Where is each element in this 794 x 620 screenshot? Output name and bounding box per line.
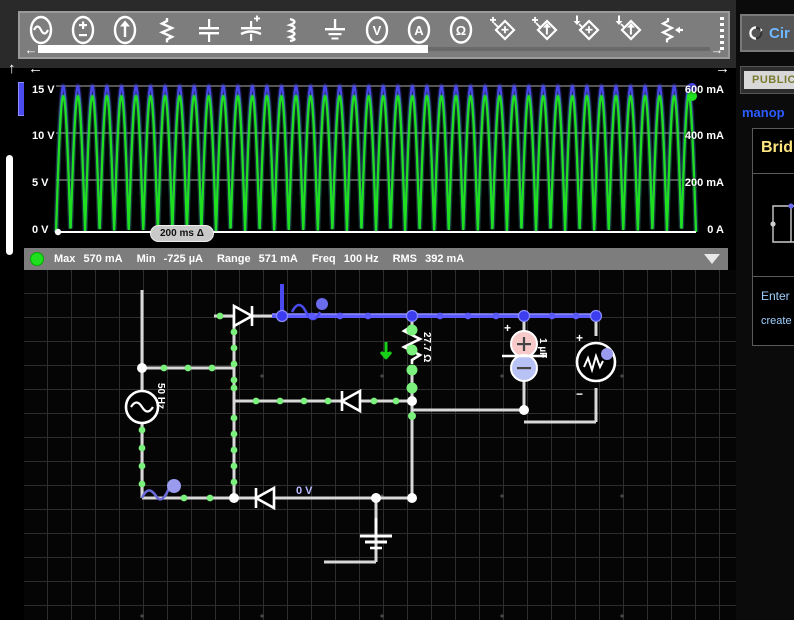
- stat-rms-value: 392 mA: [425, 253, 465, 265]
- node-voltage-label: 0 V: [296, 485, 313, 497]
- oscilloscope-plot[interactable]: 15 V 10 V 5 V 0 V 600 mA 400 mA 200 mA 0…: [24, 78, 728, 248]
- scope-probe-component: [575, 341, 617, 383]
- current-flow-dots: [138, 312, 418, 502]
- status-badge: PUBLIC: [744, 71, 794, 89]
- time-cursor-badge[interactable]: 200 ms Δ: [150, 225, 214, 242]
- y-axis-label-15v: 15 V: [32, 84, 55, 96]
- inductor-icon[interactable]: [272, 13, 314, 47]
- ac-source-label: 50 Hz: [155, 383, 166, 410]
- stat-rms-key: RMS: [392, 253, 418, 265]
- diode-d1: [232, 303, 255, 329]
- cccs-icon[interactable]: [608, 13, 650, 47]
- description-line-2: create: [761, 315, 792, 327]
- potentiometer-icon[interactable]: [650, 13, 692, 47]
- toolbar-panel: V A Ω ← →: [18, 11, 730, 59]
- resistor-label: 27.7 Ω: [421, 332, 432, 363]
- toolbar-scrollbar[interactable]: ← →: [24, 43, 724, 56]
- ccvs-icon[interactable]: [566, 13, 608, 47]
- scope-collapse-triangle-icon[interactable]: [704, 254, 720, 264]
- component-toolbar: V A Ω ← → ↑ ← →: [0, 0, 736, 77]
- circuit-info-card[interactable]: Brid Enter create: [752, 128, 794, 346]
- app-title-bar[interactable]: Cir: [740, 14, 794, 52]
- scope-status-bar[interactable]: Max 570 mA Min -725 µA Range 571 mA Freq…: [24, 248, 728, 270]
- svg-text:A: A: [414, 23, 424, 38]
- circuit-thumbnail-icon: [770, 203, 794, 243]
- diode-d3: [253, 485, 276, 511]
- y-axis-label-5v: 5 V: [32, 177, 49, 189]
- refresh-icon: [748, 25, 764, 41]
- left-vertical-scrollbar[interactable]: [6, 155, 13, 255]
- svg-text:Ω: Ω: [456, 23, 466, 38]
- y2-axis-label-600ma: 600 mA: [684, 84, 724, 96]
- toolbar-scroll-thumb[interactable]: [38, 45, 428, 53]
- sidebar-panel: Cir PUBLIC manop Brid Enter create: [736, 0, 794, 620]
- stat-freq-key: Freq: [311, 253, 336, 265]
- scope-waveform-canvas: [24, 78, 728, 248]
- circuit-thumbnail-box[interactable]: [753, 173, 794, 277]
- capacitor-label: 1 µF: [537, 338, 548, 359]
- svg-text:−: −: [576, 387, 583, 401]
- app-title-text: Cir: [769, 24, 790, 42]
- ground-icon[interactable]: [314, 13, 356, 47]
- polarized-capacitor-icon[interactable]: [230, 13, 272, 47]
- circuit-schematic: + + −: [124, 284, 617, 564]
- y2-axis-label-400ma: 400 mA: [684, 130, 724, 142]
- nav-up-arrow[interactable]: ↑: [8, 60, 16, 77]
- vccs-icon[interactable]: [524, 13, 566, 47]
- toolbar-icon-row: V A Ω: [20, 13, 728, 47]
- stat-max-value: 570 mA: [83, 253, 123, 265]
- circuit-simulator-window: V A Ω ← → ↑ ← → 15 V 10 V 5 V 0 V 600 mA…: [0, 0, 794, 620]
- y2-axis-label-0a: 0 A: [707, 224, 724, 236]
- stat-range-key: Range: [216, 253, 251, 265]
- probe-marker-bottom: [140, 479, 181, 501]
- circuit-canvas[interactable]: + + − 50 Hz 27.7 Ω 1 µF 0 V: [24, 270, 794, 620]
- y-axis-label-0v: 0 V: [32, 224, 49, 236]
- stat-freq-value: 100 Hz: [343, 253, 379, 265]
- y2-axis-label-200ma: 200 mA: [684, 177, 724, 189]
- stat-range-value: 571 mA: [258, 253, 298, 265]
- description-line-1: Enter: [761, 289, 790, 303]
- stat-max-key: Max: [54, 253, 76, 265]
- svg-text:+: +: [576, 331, 583, 345]
- username-link[interactable]: manop: [742, 105, 785, 120]
- toolbar-scroll-right-arrow[interactable]: →: [710, 43, 724, 56]
- stat-range: Range 571 mA: [217, 253, 298, 265]
- nav-forward-arrow[interactable]: →: [715, 60, 730, 77]
- capacitor-icon[interactable]: [188, 13, 230, 47]
- ammeter-icon[interactable]: A: [398, 13, 440, 47]
- vcvs-icon[interactable]: [482, 13, 524, 47]
- ac-voltage-source-symbol: [124, 389, 160, 425]
- stat-freq: Freq 100 Hz: [312, 253, 379, 265]
- diode-d2: [339, 388, 362, 414]
- stat-min: Min -725 µA: [137, 253, 203, 265]
- stat-min-value: -725 µA: [163, 253, 203, 265]
- ohmmeter-icon[interactable]: Ω: [440, 13, 482, 47]
- toolbar-scroll-left-arrow[interactable]: ←: [24, 43, 38, 56]
- nav-back-arrow[interactable]: ←: [28, 60, 43, 77]
- dc-source-icon[interactable]: [62, 13, 104, 47]
- junction-nodes: [137, 363, 529, 503]
- visibility-badge-container[interactable]: PUBLIC: [740, 66, 794, 94]
- stat-max: Max 570 mA: [54, 253, 123, 265]
- svg-text:V: V: [373, 23, 382, 38]
- y-axis-label-10v: 10 V: [32, 130, 55, 142]
- ground-symbol: [360, 518, 392, 550]
- stat-min-key: Min: [136, 253, 156, 265]
- toolbar-scroll-track[interactable]: [38, 45, 710, 53]
- current-source-icon[interactable]: [104, 13, 146, 47]
- stat-rms: RMS 392 mA: [393, 253, 465, 265]
- toolbar-overflow-dots[interactable]: [718, 17, 726, 50]
- svg-text:+: +: [504, 321, 511, 335]
- voltmeter-icon[interactable]: V: [356, 13, 398, 47]
- circuit-name: Brid: [761, 139, 793, 156]
- scope-run-indicator[interactable]: [30, 252, 44, 266]
- resistor-icon[interactable]: [146, 13, 188, 47]
